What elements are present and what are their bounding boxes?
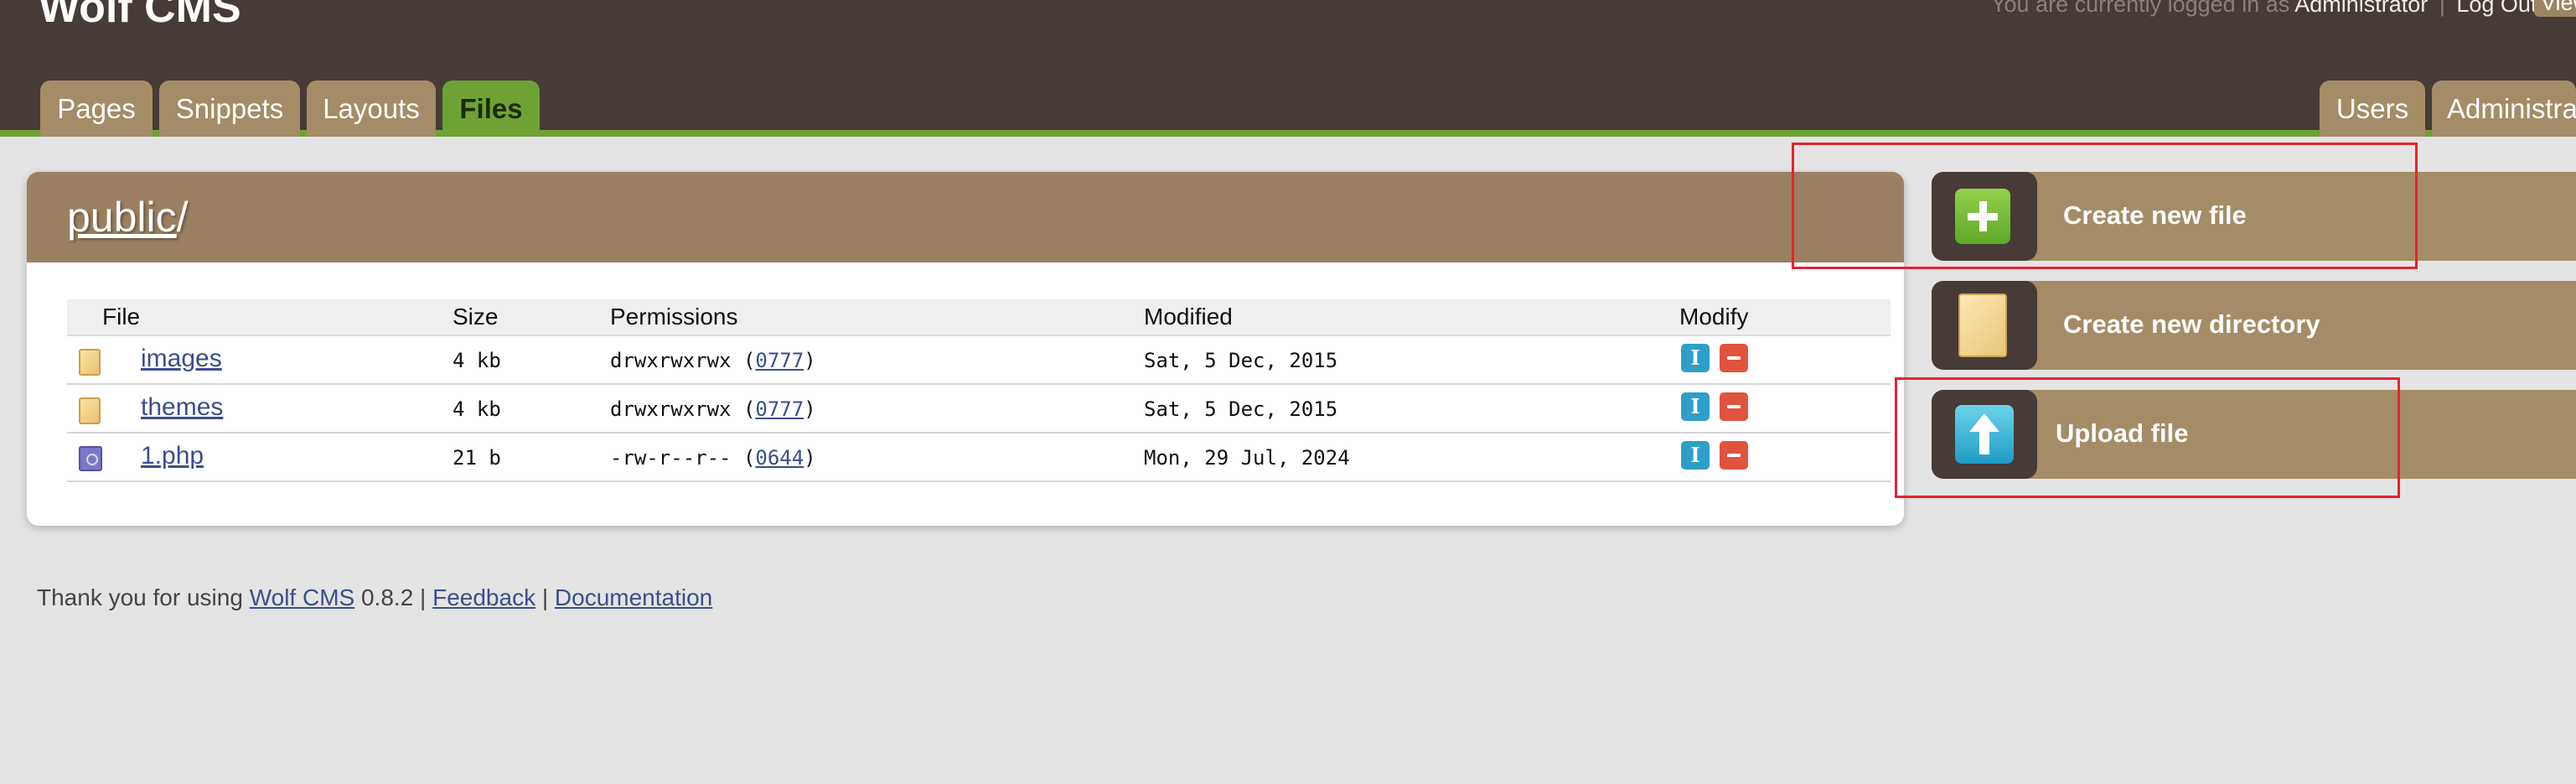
- column-header-modified: Modified: [1144, 304, 1233, 330]
- file-permissions: drwxrwxrwx (0777): [610, 397, 816, 421]
- modified-date: Sat, 5 Dec, 2015: [1144, 397, 1338, 421]
- wolf-cms-link[interactable]: Wolf CMS: [250, 584, 355, 610]
- paren-close: ): [804, 349, 816, 372]
- user-status-bar: You are currently logged in as Administr…: [1991, 0, 2559, 18]
- separator: |: [541, 584, 549, 610]
- logout-link[interactable]: Log Out: [2456, 0, 2537, 17]
- header-bar: Wolf CMS You are currently logged in as …: [0, 0, 2576, 137]
- table-row: images 4 kb drwxrwxrwx (0777) Sat, 5 Dec…: [67, 336, 1891, 385]
- plus-icon: [1955, 189, 2010, 244]
- permission-string: -rw-r--r--: [610, 446, 732, 470]
- table-row: themes 4 kb drwxrwxrwx (0777) Sat, 5 Dec…: [67, 385, 1891, 434]
- rename-icon[interactable]: I: [1681, 392, 1710, 421]
- paren-close: ): [804, 446, 816, 470]
- tab-files[interactable]: Files: [442, 80, 540, 137]
- footer-text: Thank you for using: [37, 584, 243, 610]
- footer: Thank you for using Wolf CMS 0.8.2 | Fee…: [37, 583, 712, 613]
- modified-date: Sat, 5 Dec, 2015: [1144, 349, 1338, 372]
- table-header-row: File Size Permissions Modified Modify: [67, 299, 1891, 336]
- php-file-icon: [79, 446, 102, 471]
- breadcrumb-separator: /: [176, 194, 189, 241]
- column-header-file: File: [102, 304, 141, 330]
- tab-snippets[interactable]: Snippets: [159, 80, 300, 137]
- modified-date: Mon, 29 Jul, 2024: [1144, 446, 1350, 470]
- rename-icon[interactable]: I: [1681, 344, 1710, 372]
- paren-open: (: [742, 349, 756, 372]
- folder-icon: [1958, 293, 2007, 357]
- file-size: 4 kb: [453, 349, 501, 372]
- separator: |: [420, 584, 427, 610]
- feedback-link[interactable]: Feedback: [432, 584, 535, 610]
- file-size: 21 b: [453, 446, 501, 470]
- site-title[interactable]: Wolf CMS: [39, 0, 241, 34]
- column-header-permissions: Permissions: [610, 304, 738, 330]
- file-permissions: -rw-r--r-- (0644): [610, 446, 816, 470]
- chmod-link[interactable]: 0644: [755, 446, 804, 470]
- folder-icon: [79, 397, 101, 424]
- paren-open: (: [742, 446, 756, 470]
- folder-icon: [79, 349, 101, 376]
- file-link-1-php[interactable]: 1.php: [141, 442, 204, 470]
- tab-layouts[interactable]: Layouts: [307, 80, 436, 137]
- file-link-themes[interactable]: themes: [141, 393, 223, 422]
- upload-file-button[interactable]: Upload file: [1932, 390, 2576, 479]
- icon-box: [1932, 281, 2037, 370]
- file-link-images[interactable]: images: [141, 345, 222, 373]
- delete-icon[interactable]: [1720, 441, 1748, 470]
- delete-icon[interactable]: [1720, 344, 1748, 372]
- create-new-directory-label: Create new directory: [2063, 309, 2320, 339]
- paren-open: (: [742, 397, 756, 421]
- create-new-file-label: Create new file: [2063, 200, 2247, 230]
- permission-string: drwxrwxrwx: [610, 397, 732, 421]
- upload-file-label: Upload file: [2056, 418, 2189, 448]
- icon-box: [1932, 390, 2037, 479]
- paren-close: ): [804, 397, 816, 421]
- chmod-link[interactable]: 0777: [755, 397, 804, 421]
- documentation-link[interactable]: Documentation: [555, 584, 712, 610]
- column-header-size: Size: [453, 304, 499, 330]
- panel-header: public/: [27, 172, 1904, 262]
- file-table: File Size Permissions Modified Modify im…: [67, 299, 1891, 482]
- create-new-directory-button[interactable]: Create new directory: [1932, 281, 2576, 370]
- login-status-text: You are currently logged in as: [1991, 0, 2290, 17]
- tab-users[interactable]: Users: [2320, 80, 2425, 137]
- breadcrumb: public/: [67, 192, 189, 242]
- tab-pages[interactable]: Pages: [40, 80, 153, 137]
- version-text: 0.8.2: [360, 584, 414, 610]
- file-permissions: drwxrwxrwx (0777): [610, 349, 816, 372]
- chmod-link[interactable]: 0777: [755, 349, 804, 372]
- upload-icon: [1955, 405, 2014, 464]
- file-manager-panel: public/ File Size Permissions Modified M…: [27, 172, 1904, 526]
- username-link[interactable]: Administrator: [2294, 0, 2428, 17]
- delete-icon[interactable]: [1720, 392, 1748, 421]
- file-size: 4 kb: [453, 397, 501, 421]
- rename-icon[interactable]: I: [1681, 441, 1710, 470]
- breadcrumb-link-public[interactable]: public: [67, 194, 177, 241]
- column-header-modify: Modify: [1679, 304, 1749, 330]
- tab-administration[interactable]: Administration: [2432, 80, 2576, 137]
- create-new-file-button[interactable]: Create new file: [1932, 172, 2576, 261]
- view-site-button[interactable]: View: [2534, 0, 2576, 17]
- table-row: 1.php 21 b -rw-r--r-- (0644) Mon, 29 Jul…: [67, 434, 1891, 482]
- separator: |: [2439, 0, 2445, 17]
- permission-string: drwxrwxrwx: [610, 349, 732, 372]
- icon-box: [1932, 172, 2037, 261]
